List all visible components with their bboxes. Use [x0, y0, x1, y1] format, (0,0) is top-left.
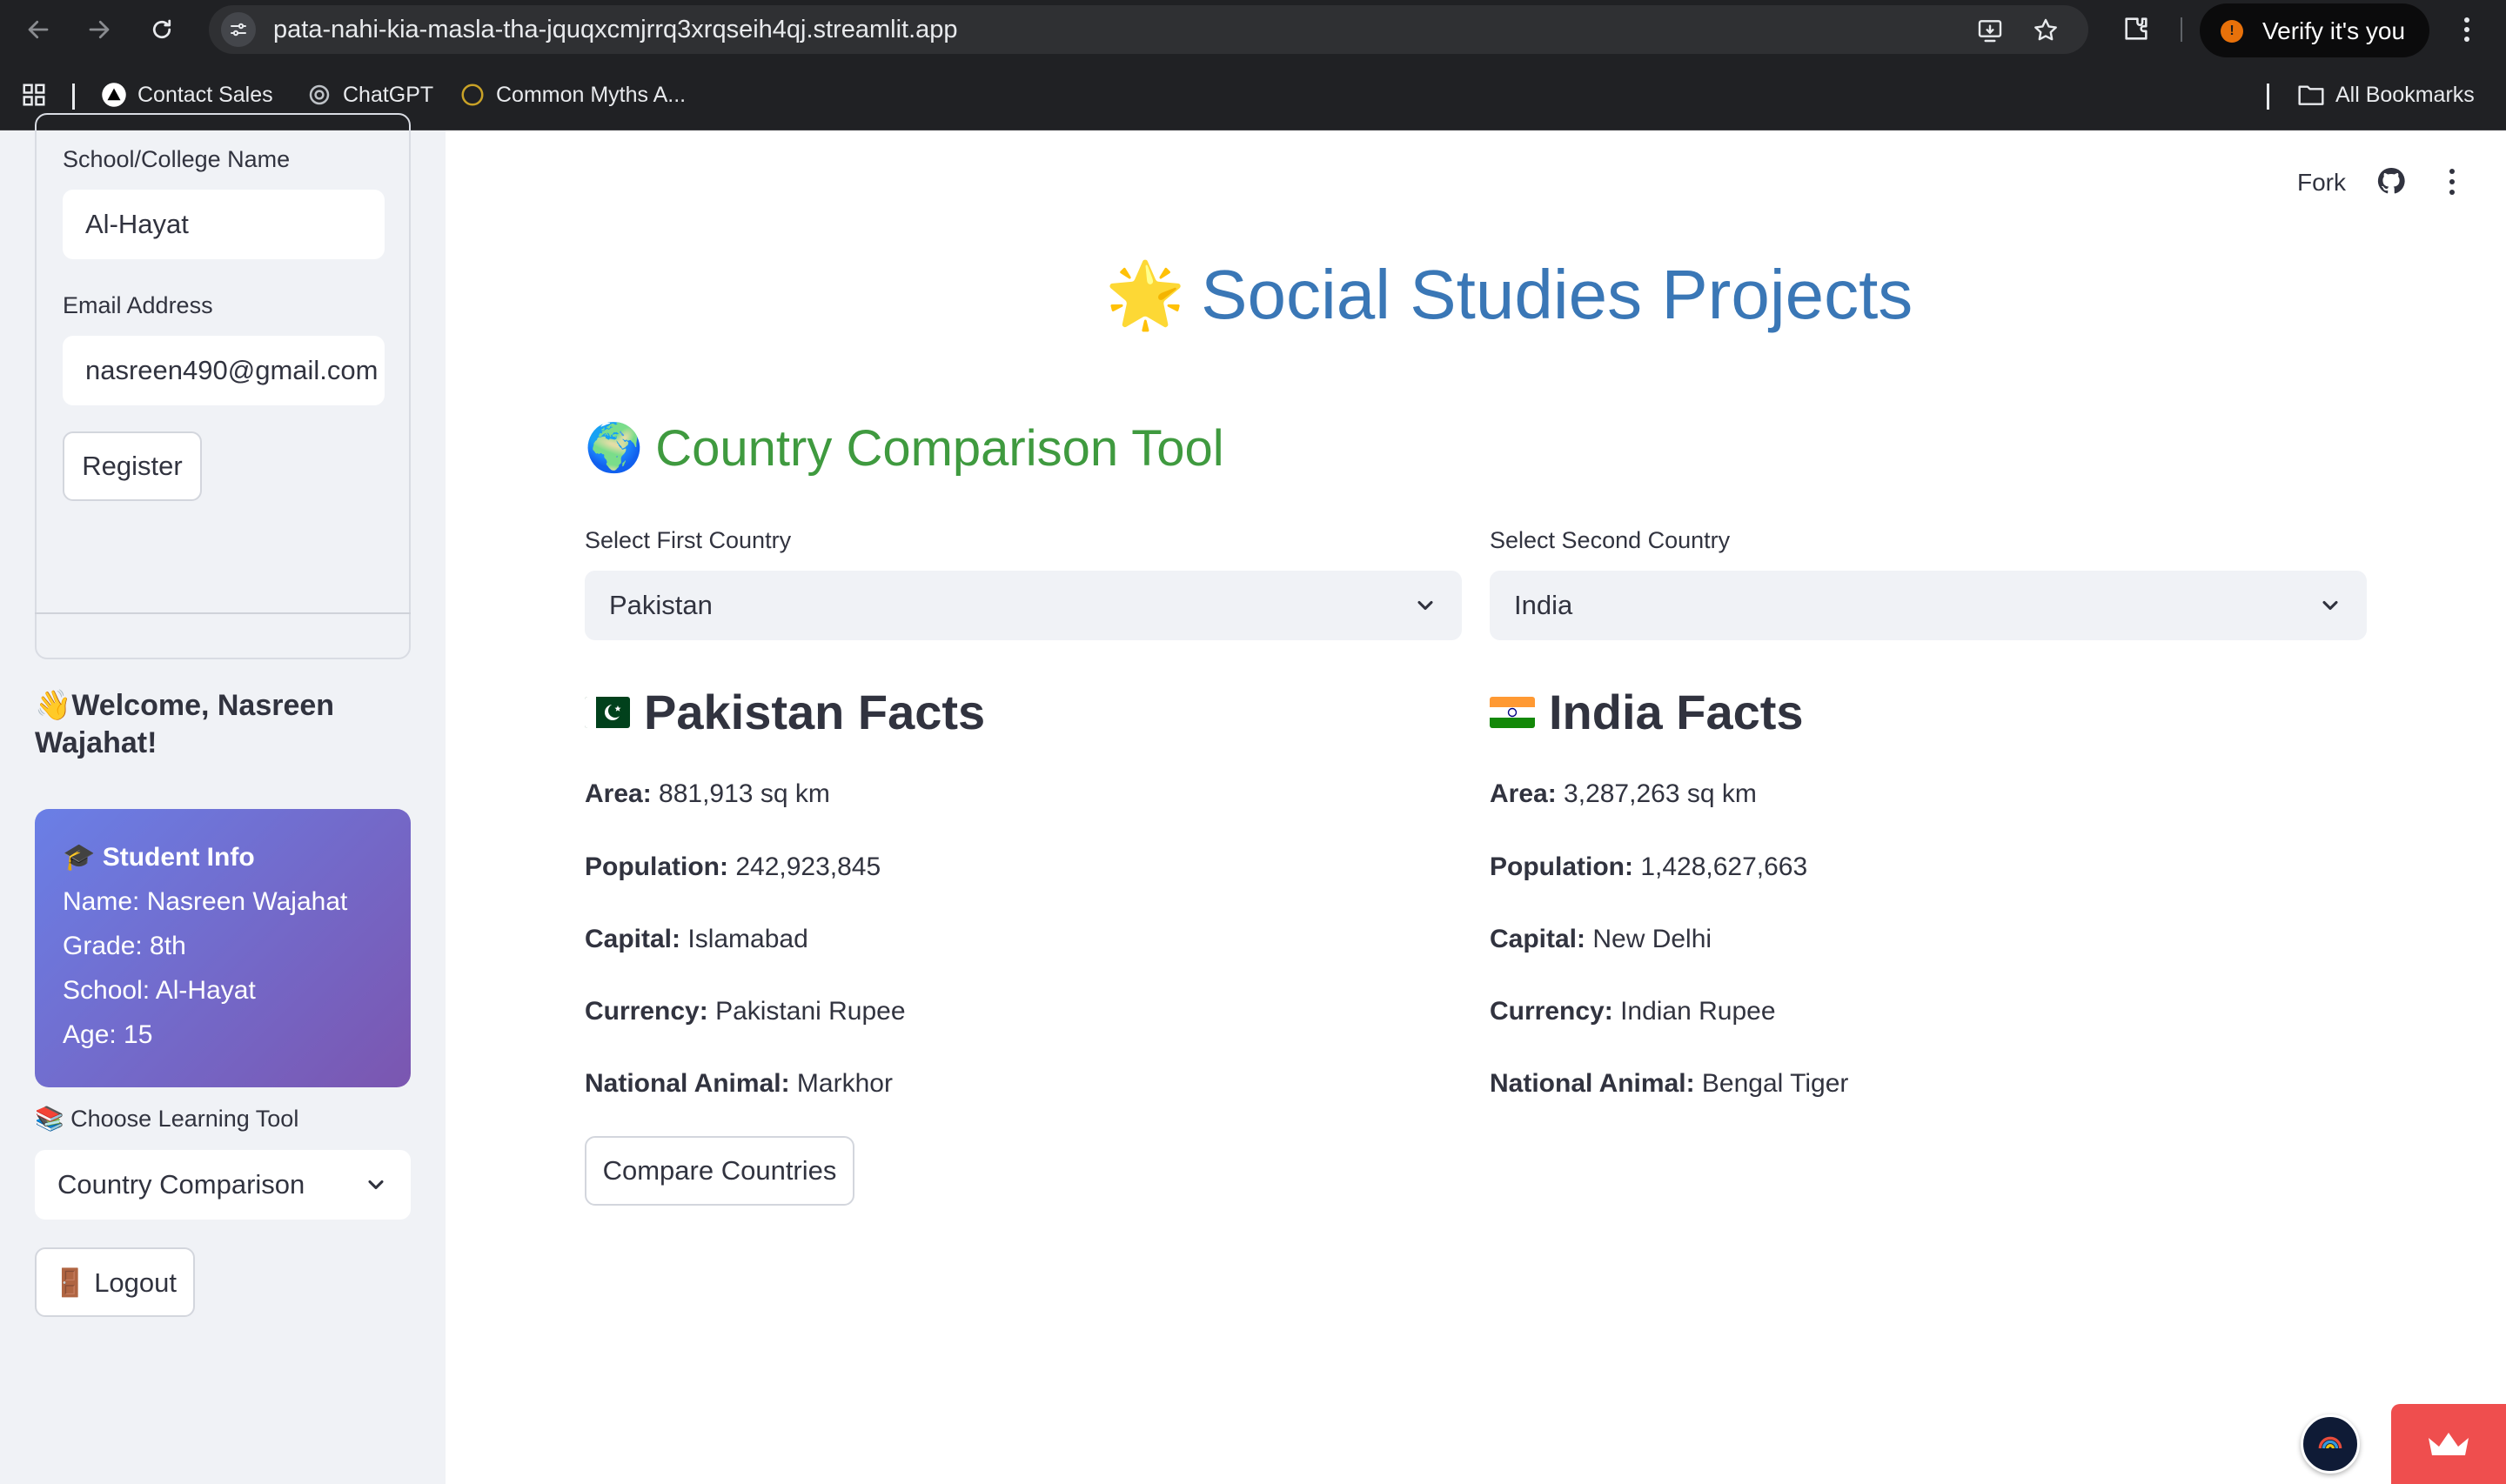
tool-label: 📚 Choose Learning Tool — [35, 1106, 299, 1132]
first-country-value: Pakistan — [609, 590, 713, 620]
section-title: 🌍 Country Comparison Tool — [585, 419, 1224, 478]
student-age: Age: 15 — [63, 1020, 153, 1049]
all-bookmarks-label: All Bookmarks — [2335, 82, 2475, 107]
sidebar: School/College Name Al-Hayat Email Addre… — [0, 113, 446, 1484]
chevron-down-icon — [1417, 600, 1433, 611]
globe-icon: 🌍 — [585, 422, 644, 474]
student-info-card: 🎓 Student Info Name: Nasreen Wajahat Gra… — [35, 809, 411, 1087]
extensions-icon[interactable] — [2121, 14, 2151, 43]
bookmark-chatgpt[interactable]: ChatGPT — [306, 78, 433, 111]
country2-animal: National Animal: Bengal Tiger — [1490, 1069, 1849, 1098]
country1-capital: Capital: Islamabad — [585, 925, 808, 953]
country2-capital: Capital: New Delhi — [1490, 925, 1712, 953]
circle-logo-icon — [461, 84, 484, 106]
forward-button[interactable] — [82, 12, 117, 47]
bookmark-label: ChatGPT — [343, 82, 434, 107]
page-title: 🌟 Social Studies Projects — [1105, 256, 1913, 334]
folder-icon — [2298, 85, 2324, 105]
country2-population: Population: 1,428,627,663 — [1490, 852, 1808, 881]
country1-facts-heading: Pakistan Facts — [585, 684, 985, 740]
bookmark-contact-sales[interactable]: Contact Sales — [101, 78, 273, 111]
registration-form: School/College Name Al-Hayat Email Addre… — [35, 113, 411, 659]
section-title-text: Country Comparison Tool — [655, 420, 1224, 477]
country2-facts-heading: India Facts — [1490, 684, 1804, 740]
page-title-text: Social Studies Projects — [1201, 256, 1913, 333]
student-grade: Grade: 8th — [63, 932, 186, 960]
address-bar[interactable]: pata-nahi-kia-masla-tha-jquqxcmjrrq3xrqs… — [209, 5, 2088, 54]
streamlit-badge[interactable] — [2391, 1404, 2506, 1484]
school-input[interactable]: Al-Hayat — [63, 190, 385, 259]
learning-tool-select[interactable]: Country Comparison — [35, 1150, 411, 1220]
pakistan-flag-icon — [585, 696, 630, 728]
star-icon: 🌟 — [1105, 258, 1186, 331]
rainbow-logo-icon — [2318, 1436, 2342, 1449]
second-country-label: Select Second Country — [1490, 527, 1731, 553]
app-menu-icon[interactable] — [2442, 165, 2462, 198]
welcome-heading: 👋Welcome, Nasreen Wajahat! — [35, 689, 335, 759]
second-country-value: India — [1514, 590, 1573, 620]
country1-currency: Currency: Pakistani Rupee — [585, 997, 906, 1026]
country2-currency: Currency: Indian Rupee — [1490, 997, 1776, 1026]
bookmark-common-myths[interactable]: Common Myths A... — [459, 78, 686, 111]
profile-verify-button[interactable]: ! Verify it's you — [2200, 3, 2429, 57]
apps-grid-icon[interactable] — [21, 78, 47, 111]
country1-heading-text: Pakistan Facts — [644, 685, 986, 739]
all-bookmarks[interactable]: All Bookmarks — [2297, 78, 2475, 111]
site-info-icon[interactable] — [221, 12, 256, 47]
browser-menu-icon[interactable] — [2454, 10, 2480, 49]
school-label: School/College Name — [63, 146, 291, 172]
triangle-logo-icon — [102, 83, 126, 107]
student-name: Name: Nasreen Wajahat — [63, 887, 348, 916]
india-flag-icon — [1490, 696, 1535, 728]
bookmarks-separator — [2267, 84, 2269, 110]
back-button[interactable] — [21, 12, 56, 47]
chevron-down-icon — [2322, 600, 2338, 611]
country2-area: Area: 3,287,263 sq km — [1490, 779, 1757, 808]
country1-population: Population: 242,923,845 — [585, 852, 881, 881]
student-info-title: 🎓 Student Info — [63, 843, 255, 872]
bookmark-label: Common Myths A... — [496, 82, 687, 107]
first-country-label: Select First Country — [585, 527, 792, 553]
reload-icon — [152, 19, 171, 39]
arrow-right-icon — [89, 20, 110, 39]
sidebar-divider — [35, 612, 411, 614]
toolbar-divider — [2181, 17, 2182, 42]
star-bookmark-icon[interactable] — [2031, 16, 2060, 45]
chevron-down-icon — [368, 1180, 384, 1190]
compare-countries-button[interactable]: Compare Countries — [585, 1136, 854, 1206]
openai-logo-icon — [309, 84, 330, 105]
country1-animal: National Animal: Markhor — [585, 1069, 893, 1098]
browser-toolbar: pata-nahi-kia-masla-tha-jquqxcmjrrq3xrqs… — [0, 0, 2506, 59]
arrow-left-icon — [28, 20, 49, 39]
email-input[interactable]: nasreen490@gmail.com — [63, 336, 385, 405]
crown-icon — [2429, 1433, 2469, 1455]
url-text[interactable]: pata-nahi-kia-masla-tha-jquqxcmjrrq3xrqs… — [273, 16, 958, 44]
first-country-select[interactable]: Pakistan — [585, 571, 1462, 640]
bookmarks-separator — [72, 84, 75, 110]
register-button[interactable]: Register — [63, 431, 202, 501]
assistant-avatar-button[interactable] — [2301, 1414, 2360, 1474]
alert-icon: ! — [2221, 20, 2243, 43]
country2-heading-text: India Facts — [1549, 685, 1804, 739]
second-country-select[interactable]: India — [1490, 571, 2367, 640]
fork-link[interactable]: Fork — [2297, 169, 2346, 197]
install-app-icon[interactable] — [1975, 16, 2005, 45]
logout-button[interactable]: 🚪 Logout — [35, 1247, 195, 1317]
student-school: School: Al-Hayat — [63, 976, 256, 1005]
email-label: Email Address — [63, 292, 213, 318]
github-icon[interactable] — [2375, 165, 2407, 197]
reload-button[interactable] — [144, 12, 179, 47]
bookmark-label: Contact Sales — [137, 82, 273, 107]
profile-label: Verify it's you — [2262, 17, 2406, 44]
country1-area: Area: 881,913 sq km — [585, 779, 830, 808]
learning-tool-value: Country Comparison — [57, 1169, 305, 1200]
